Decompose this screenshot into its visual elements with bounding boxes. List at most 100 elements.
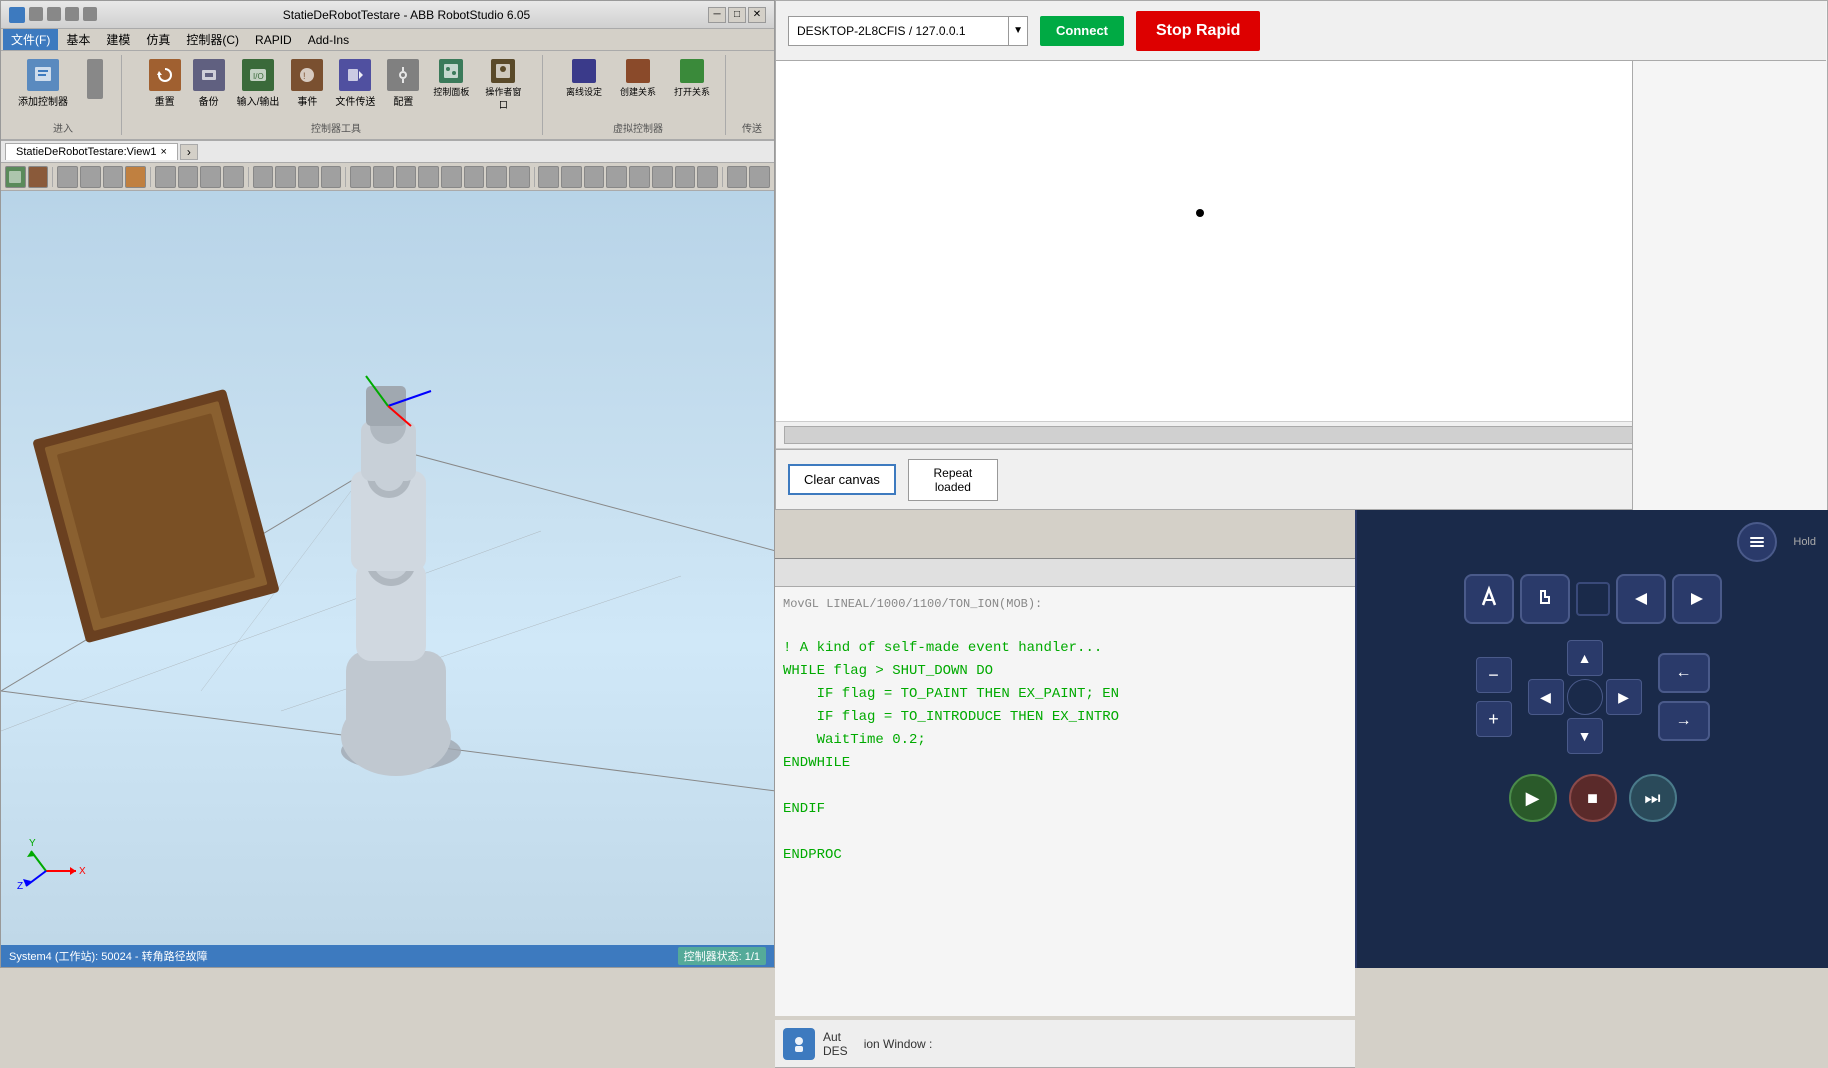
view-toolbar-btn-26[interactable] xyxy=(606,166,627,188)
view-toolbar-btn-23[interactable] xyxy=(538,166,559,188)
menu-model[interactable]: 建模 xyxy=(98,29,138,50)
small-icon-btn-1[interactable] xyxy=(77,55,113,103)
view-toolbar-btn-2[interactable] xyxy=(28,166,49,188)
view-toolbar-btn-30[interactable] xyxy=(697,166,718,188)
controller-play-btn[interactable]: ▶ xyxy=(1509,774,1557,822)
canvas-dot xyxy=(1196,209,1204,217)
open-relation-button[interactable]: 打开关系 xyxy=(667,55,717,102)
io-button[interactable]: I/O 输入/输出 xyxy=(232,55,285,112)
server-dropdown-arrow-icon[interactable]: ▼ xyxy=(1008,17,1027,45)
view-toolbar-btn-25[interactable] xyxy=(584,166,605,188)
menu-rapid[interactable]: RAPID xyxy=(247,31,300,49)
view-toolbar-btn-6[interactable] xyxy=(125,166,146,188)
view-toolbar-btn-12[interactable] xyxy=(275,166,296,188)
clear-canvas-button[interactable]: Clear canvas xyxy=(788,464,896,495)
coords-panel: 0. [ 112 : 123 : 0 ] 1. [ 112 : 123 : 0 … xyxy=(1632,1,1827,511)
controller-step-btn[interactable]: ⏭ xyxy=(1629,774,1677,822)
controller-btn-hand[interactable] xyxy=(1520,574,1570,624)
view-toolbar-btn-27[interactable] xyxy=(629,166,650,188)
view-toolbar-btn-24[interactable] xyxy=(561,166,582,188)
view-tab-main[interactable]: StatieDeRobotTestare:View1 × xyxy=(5,143,178,160)
view-toolbar-btn-28[interactable] xyxy=(652,166,673,188)
toolbar-sep-5 xyxy=(534,167,535,187)
view-toolbar-btn-19[interactable] xyxy=(441,166,462,188)
view-toolbar-btn-13[interactable] xyxy=(298,166,319,188)
event-button[interactable]: ! 事件 xyxy=(286,55,328,112)
title-bar-icons xyxy=(9,7,97,23)
view-toolbar-btn-15[interactable] xyxy=(350,166,371,188)
create-relation-button[interactable]: 创建关系 xyxy=(613,55,663,102)
add-controller-label: 添加控制器 xyxy=(18,93,68,108)
view-toolbar-btn-29[interactable] xyxy=(675,166,696,188)
controller-menu-icon[interactable] xyxy=(1737,522,1777,562)
view-toolbar-btn-11[interactable] xyxy=(253,166,274,188)
view-toolbar-btn-31[interactable] xyxy=(727,166,748,188)
menu-addins[interactable]: Add-Ins xyxy=(300,31,357,49)
view-toolbar-btn-7[interactable] xyxy=(155,166,176,188)
control-panel-icon xyxy=(439,59,463,83)
controller-minus-btn[interactable]: − xyxy=(1476,657,1512,693)
control-panel-button[interactable]: 控制面板 xyxy=(426,55,476,102)
view-toolbar-btn-16[interactable] xyxy=(373,166,394,188)
dpad-right[interactable]: ▶ xyxy=(1606,679,1642,715)
offline-settings-label: 离线设定 xyxy=(564,85,604,98)
config-button[interactable]: 配置 xyxy=(382,55,424,112)
menu-simulate[interactable]: 仿真 xyxy=(138,29,178,50)
controller-stop-btn[interactable]: ■ xyxy=(1569,774,1617,822)
controller-inner: Hold xyxy=(1357,510,1828,968)
view-toolbar-btn-4[interactable] xyxy=(80,166,101,188)
controller-btn-left-arrow[interactable] xyxy=(1616,574,1666,624)
nav-arrow-right[interactable]: → xyxy=(1658,701,1710,741)
connect-button[interactable]: Connect xyxy=(1040,16,1124,46)
tab-scroll-right[interactable]: › xyxy=(180,144,198,160)
view-toolbar-btn-8[interactable] xyxy=(178,166,199,188)
menu-file[interactable]: 文件(F) xyxy=(3,29,58,50)
view-toolbar-btn-32[interactable] xyxy=(749,166,770,188)
minimize-button[interactable]: ─ xyxy=(708,7,726,23)
event-icon: ! xyxy=(291,59,323,91)
menu-basic[interactable]: 基本 xyxy=(58,29,98,50)
stop-rapid-button[interactable]: Stop Rapid xyxy=(1136,11,1260,51)
view-toolbar-btn-14[interactable] xyxy=(321,166,342,188)
dpad-up[interactable]: ▲ xyxy=(1567,640,1603,676)
toolbar-icon-2[interactable] xyxy=(47,7,61,21)
repeat-loaded-button[interactable]: Repeat loaded xyxy=(908,459,998,501)
offline-settings-button[interactable]: 离线设定 xyxy=(559,55,609,102)
view-toolbar-btn-20[interactable] xyxy=(464,166,485,188)
maximize-button[interactable]: □ xyxy=(728,7,746,23)
toolbar-icon-4[interactable] xyxy=(83,7,97,21)
view-toolbar-btn-18[interactable] xyxy=(418,166,439,188)
add-controller-button[interactable]: 添加控制器 xyxy=(13,55,73,112)
view-toolbar-btn-1[interactable] xyxy=(5,166,26,188)
backup-button[interactable]: 备份 xyxy=(188,55,230,112)
code-line-endwhile: ENDWHILE xyxy=(783,753,1347,774)
view-toolbar-btn-10[interactable] xyxy=(223,166,244,188)
notif-des-label: DES xyxy=(823,1044,848,1058)
toolbar-icon-1[interactable] xyxy=(29,7,43,21)
code-line-endproc: ENDPROC xyxy=(783,845,1347,866)
controller-btn-right-arrow[interactable] xyxy=(1672,574,1722,624)
dpad-down[interactable]: ▼ xyxy=(1567,718,1603,754)
server-dropdown[interactable]: DESKTOP-2L8CFIS / 127.0.0.1 ▼ xyxy=(788,16,1028,46)
viewport[interactable]: X Y Z xyxy=(1,191,774,945)
view-toolbar-btn-5[interactable] xyxy=(103,166,124,188)
menu-controller[interactable]: 控制器(C) xyxy=(178,29,247,50)
toolbar-sep-1 xyxy=(52,167,53,187)
controller-btn-small-1[interactable] xyxy=(1576,582,1610,616)
view-tab-close[interactable]: × xyxy=(160,146,166,158)
close-button[interactable]: ✕ xyxy=(748,7,766,23)
nav-arrow-left[interactable]: ← xyxy=(1658,653,1710,693)
view-toolbar-btn-3[interactable] xyxy=(57,166,78,188)
file-transfer-button[interactable]: 文件传送 xyxy=(330,55,380,112)
controller-btn-tool[interactable] xyxy=(1464,574,1514,624)
view-toolbar-btn-21[interactable] xyxy=(486,166,507,188)
dpad-left[interactable]: ◀ xyxy=(1528,679,1564,715)
view-toolbar-btn-9[interactable] xyxy=(200,166,221,188)
reset-button[interactable]: 重置 xyxy=(144,55,186,112)
view-toolbar-btn-17[interactable] xyxy=(396,166,417,188)
toolbar-icon-3[interactable] xyxy=(65,7,79,21)
operator-window-button[interactable]: 操作者窗口 xyxy=(478,55,528,115)
view-toolbar-btn-22[interactable] xyxy=(509,166,530,188)
controller-plus-btn[interactable]: + xyxy=(1476,701,1512,737)
code-content[interactable]: MovGL LINEAL/1000/1100/TON_ION(MOB): ! A… xyxy=(775,587,1355,1016)
